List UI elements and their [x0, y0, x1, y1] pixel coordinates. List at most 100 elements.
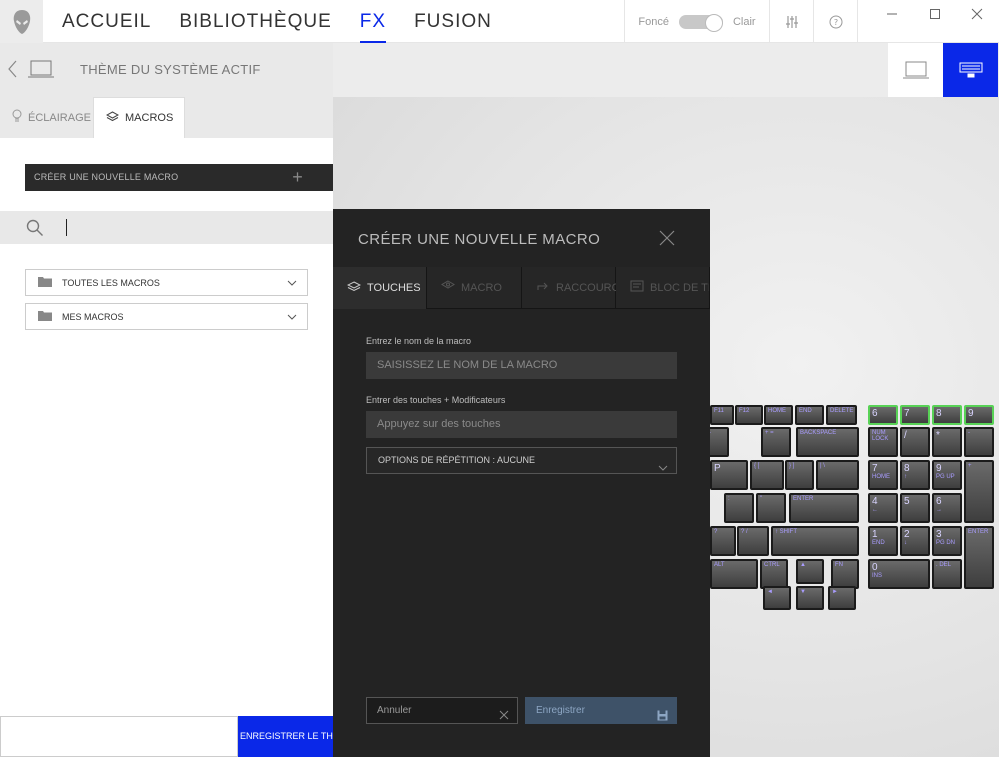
create-macro-label: CRÉER UNE NOUVELLE MACRO [34, 172, 179, 182]
keyboard-key[interactable]: 1 END [868, 526, 898, 556]
key-secondary-label: INS [872, 573, 883, 579]
keyboard-key[interactable]: " [756, 493, 786, 523]
keyboard-key[interactable]: HOME [764, 405, 793, 425]
macro-icon [441, 280, 455, 295]
top-bar: ACCUEIL BIBLIOTHÈQUE FX FUSION Foncé Cla… [0, 0, 999, 43]
theme-name-input[interactable] [0, 716, 238, 757]
keyboard-key[interactable]: P [710, 460, 748, 490]
key-secondary-label: ↓ [904, 540, 907, 546]
cancel-label: Annuler [377, 705, 412, 716]
keyboard-key[interactable]: FN [831, 559, 859, 589]
keyboard-key[interactable]: * [932, 427, 962, 457]
key-primary-label: P [714, 463, 721, 474]
key-secondary-label: HOME [872, 474, 890, 480]
keyboard-key[interactable]: + [964, 460, 994, 523]
repeat-options-select[interactable]: OPTIONS DE RÉPÉTITION : AUCUNE [366, 447, 677, 474]
folder-my-macros[interactable]: MES MACROS [25, 303, 308, 330]
keyboard-key[interactable]: ENTER [964, 526, 994, 589]
main-nav: ACCUEIL BIBLIOTHÈQUE FX FUSION [62, 0, 492, 43]
back-chevron-icon[interactable] [6, 59, 18, 84]
keyboard-key[interactable]: ▲ [796, 559, 824, 584]
search-icon [26, 219, 44, 242]
keyboard-key[interactable]: BACKSPACE [796, 427, 859, 457]
key-secondary-label: DELETE [830, 408, 854, 414]
keyboard-key[interactable]: ► [828, 586, 856, 610]
close-window-icon[interactable] [955, 0, 999, 28]
create-macro-modal: CRÉER UNE NOUVELLE MACRO TOUCHES MACRO R… [333, 209, 710, 757]
keyboard-key[interactable]: 7 HOME [868, 460, 898, 490]
keyboard-view-icon[interactable] [943, 43, 998, 97]
nav-fx[interactable]: FX [359, 0, 387, 43]
tab-eclairage-label: ÉCLAIRAGE [28, 111, 91, 124]
close-icon[interactable] [659, 230, 675, 251]
keyboard-key[interactable]: ? / [737, 526, 769, 556]
keyboard-key[interactable]: F12 [735, 405, 763, 425]
keyboard-key[interactable]: 6 → [932, 493, 962, 523]
keyboard-key[interactable]: ◄ [763, 586, 791, 610]
key-primary-label: 4 [872, 496, 878, 507]
keyboard-key[interactable]: 9 [964, 405, 994, 425]
macro-search[interactable] [0, 211, 333, 244]
keyboard-key[interactable]: 3 PG DN [932, 526, 962, 556]
key-secondary-label: ▼ [800, 589, 806, 595]
chevron-down-icon [658, 457, 668, 482]
keyboard-key[interactable]: / [900, 427, 930, 457]
key-primary-label: 7 [872, 463, 878, 474]
keyboard-key[interactable]: DELETE [826, 405, 857, 425]
keyboard-key[interactable]: 4 ← [868, 493, 898, 523]
alienware-logo-icon[interactable] [0, 0, 43, 43]
save-theme-button[interactable]: ENREGISTRER LE THÈME [238, 716, 333, 757]
help-icon[interactable]: ? [813, 0, 857, 43]
maximize-icon[interactable] [913, 0, 957, 28]
keyboard-key[interactable]: - [964, 427, 994, 457]
create-macro-button[interactable]: CRÉER UNE NOUVELLE MACRO + [25, 164, 333, 191]
theme-light-label: Clair [732, 15, 756, 28]
keyboard-key[interactable]: 5 [900, 493, 930, 523]
tab-macros[interactable]: MACROS [93, 97, 185, 138]
save-button[interactable]: Enregistrer [525, 697, 677, 724]
keyboard-key[interactable]: + = [761, 427, 791, 457]
keyboard-key[interactable]: NUM LOCK [868, 427, 898, 457]
keyboard-key[interactable]: 6 [868, 405, 898, 425]
keyboard-key[interactable]: ? [710, 526, 736, 556]
settings-sliders-icon[interactable] [769, 0, 813, 43]
theme-switch[interactable] [678, 13, 723, 32]
key-secondary-label: END [799, 408, 812, 414]
keyboard-key[interactable]: F11 [710, 405, 734, 425]
keyboard-key[interactable]: . DEL [932, 559, 962, 589]
keyboard-key[interactable]: : [724, 493, 754, 523]
modal-tabs: TOUCHES MACRO RACCOURCI BLOC DE TEXTE [333, 267, 710, 309]
keyboard-key[interactable]: ALT [710, 559, 758, 589]
cancel-button[interactable]: Annuler [366, 697, 518, 724]
save-label: Enregistrer [536, 705, 585, 716]
laptop-view-icon[interactable] [888, 43, 943, 97]
keyboard-key[interactable]: 7 [900, 405, 930, 425]
keyboard-key[interactable]: CTRL [760, 559, 788, 589]
minimize-icon[interactable] [870, 0, 914, 28]
save-theme-label: ENREGISTRER LE THÈME [240, 731, 333, 741]
tab-raccourci[interactable]: RACCOURCI [522, 267, 623, 309]
nav-accueil[interactable]: ACCUEIL [62, 0, 151, 43]
keyboard-key[interactable]: 8 [932, 405, 962, 425]
folder-all-macros[interactable]: TOUTES LES MACROS [25, 269, 308, 296]
macro-name-input[interactable]: SAISISSEZ LE NOM DE LA MACRO [366, 352, 677, 379]
keys-input[interactable]: Appuyez sur des touches [366, 411, 677, 438]
nav-bibliotheque[interactable]: BIBLIOTHÈQUE [179, 0, 331, 43]
tab-bloc-de-texte[interactable]: BLOC DE TEXTE [616, 267, 710, 309]
tab-touches[interactable]: TOUCHES [333, 267, 427, 309]
keyboard-key[interactable]: 0 INS [868, 559, 930, 589]
keyboard-key[interactable]: | \ [816, 460, 859, 490]
keyboard-key[interactable]: { [ [750, 460, 784, 490]
tab-macro[interactable]: MACRO [427, 267, 522, 309]
keyboard-key[interactable]: ENTER [789, 493, 859, 523]
keyboard-key[interactable]: END [795, 405, 824, 425]
keyboard-key[interactable]: 8 ↑ [900, 460, 930, 490]
keyboard-key[interactable]: 2 ↓ [900, 526, 930, 556]
nav-fusion[interactable]: FUSION [414, 0, 492, 43]
key-primary-label: / [904, 430, 907, 441]
keyboard-key[interactable]: ↑ SHIFT [771, 526, 859, 556]
keyboard-key[interactable]: 9 PG UP [932, 460, 962, 490]
keyboard-key[interactable]: ▼ [796, 586, 824, 610]
keyboard-key[interactable]: } ] [785, 460, 814, 490]
tab-eclairage[interactable]: ÉCLAIRAGE [0, 97, 93, 138]
